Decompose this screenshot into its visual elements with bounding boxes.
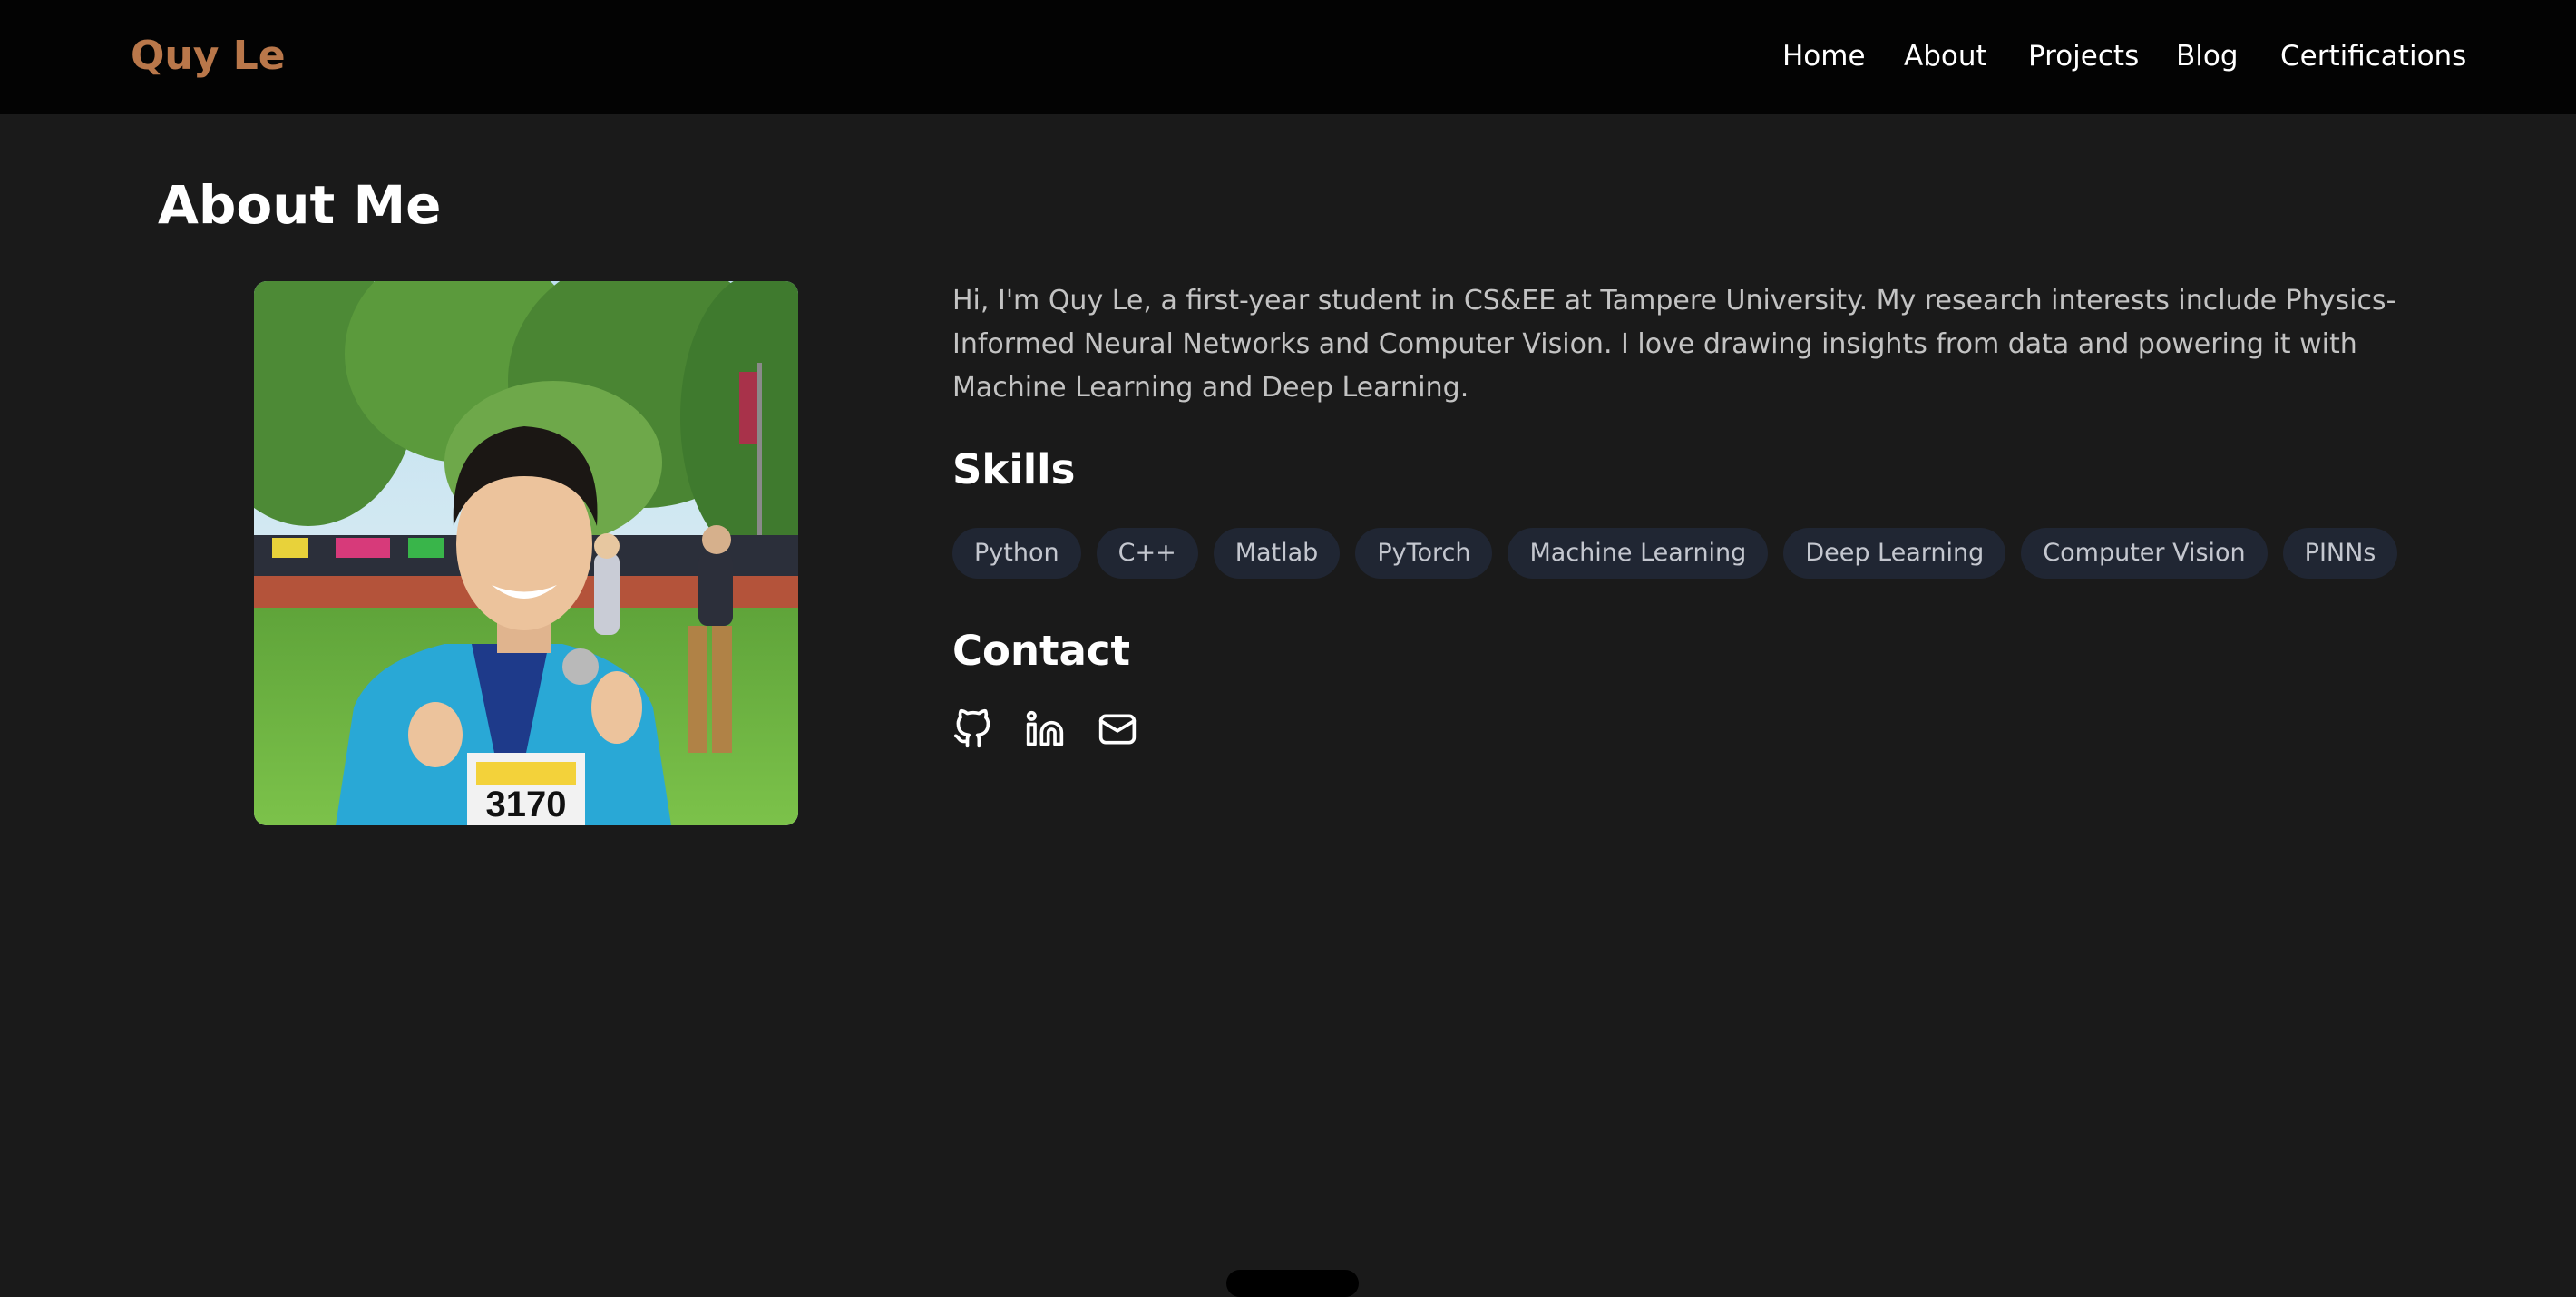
- nav-links: Home About Projects Blog Certifications: [0, 33, 2576, 80]
- linkedin-icon: [1026, 710, 1064, 746]
- contact-links: [952, 707, 1137, 755]
- skill-chip-python: Python: [952, 528, 1081, 579]
- email-link[interactable]: [1098, 707, 1137, 751]
- skill-chip-deep-learning: Deep Learning: [1783, 528, 2006, 579]
- bio-text: Hi, I'm Quy Le, a first-year student in …: [952, 285, 2396, 404]
- github-icon: [953, 708, 990, 748]
- linkedin-link[interactable]: [1025, 707, 1065, 751]
- profile-photo: 3170: [254, 281, 798, 825]
- skills-list: Python C++ Matlab PyTorch Machine Learni…: [952, 528, 2494, 579]
- nav-about[interactable]: About: [1904, 33, 1987, 80]
- nav-blog[interactable]: Blog: [2176, 33, 2239, 80]
- mail-icon: [1098, 714, 1137, 745]
- skill-chip-matlab: Matlab: [1213, 528, 1341, 579]
- skill-chip-machine-learning: Machine Learning: [1508, 528, 1769, 579]
- nav-home[interactable]: Home: [1782, 33, 1866, 80]
- profile-photo-illustration: 3170: [254, 281, 798, 825]
- nav-projects[interactable]: Projects: [2028, 33, 2139, 80]
- contact-title: Contact: [952, 627, 1131, 675]
- skill-chip-pinns: PINNs: [2282, 528, 2398, 579]
- scroll-to-top-button[interactable]: [1226, 1270, 1359, 1297]
- skill-chip-computer-vision: Computer Vision: [2021, 528, 2268, 579]
- github-link[interactable]: [952, 707, 992, 751]
- skill-chip-pytorch: PyTorch: [1355, 528, 1493, 579]
- navbar: Quy Le Home About Projects Blog Certific…: [0, 0, 2576, 114]
- nav-certifications[interactable]: Certifications: [2280, 33, 2466, 80]
- skill-chip-cpp: C++: [1096, 528, 1198, 579]
- skills-title: Skills: [952, 445, 1076, 493]
- svg-text:3170: 3170: [486, 785, 567, 824]
- page-title: About Me: [158, 174, 442, 236]
